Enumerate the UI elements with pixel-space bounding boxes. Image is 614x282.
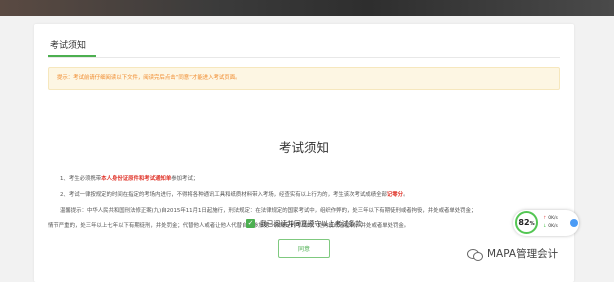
rule-text: 温馨提示：中华人民共和国刑法修正案(九)自2015年11月1日起施行，刑法规定：… [60,208,477,214]
up-arrow-icon: ↑ [543,216,547,221]
card-tab-title: 考试须知 [50,41,87,51]
rule-highlight: 记零分 [386,192,404,198]
gauge-percent-sign: % [529,221,535,227]
wechat-icon [467,247,483,261]
download-speed: ↓ 0K/s [543,224,558,229]
agree-checkbox-row[interactable]: ✓ 我已阅读并同意遵守以上考试条款 [246,218,362,228]
speed-ball-icon[interactable] [570,219,578,227]
page-title: 考试须知 [278,140,329,155]
agree-label: 我已阅读并同意遵守以上考试条款 [260,220,362,228]
upload-speed-value: 0K/s [548,216,558,221]
top-banner-strip [0,0,614,16]
agree-checkbox[interactable]: ✓ [246,218,255,228]
banner-image [0,0,614,16]
upload-speed: ↑ 0K/s [543,216,558,221]
network-monitor-widget[interactable]: 82% ↑ 0K/s ↓ 0K/s [513,210,579,236]
rule-text: 。 [403,192,409,198]
watermark: MAPA管理会计 [467,246,558,261]
down-arrow-icon: ↓ [543,224,547,229]
gauge-percent: 82 [518,218,530,227]
rule-item-1: 1、考生必须携带本人身份证原件和考试通知单参加考试； [60,174,560,182]
agree-button[interactable]: 同意 [278,239,330,258]
rule-text: 1、考生必须携带 [60,176,102,182]
rule-text: 2、考试一律按规定的时间在指定的考场内进行，不得将各种通讯工具和纸质材料带入考场… [60,192,387,198]
memory-usage-gauge: 82% [515,211,538,234]
exam-notice-card: 考试须知 提示：考试前请仔细阅读以下文件，阅读完后点击“同意”才能进入考试页面。… [34,24,574,282]
rule-highlight: 本人身份证原件和考试通知单 [101,176,172,182]
watermark-text: MAPA管理会计 [487,248,559,260]
notice-alert: 提示：考试前请仔细阅读以下文件，阅读完后点击“同意”才能进入考试页面。 [48,67,560,90]
card-divider [48,57,560,58]
rule-item-3: 温馨提示：中华人民共和国刑法修正案(九)自2015年11月1日起施行，刑法规定：… [60,206,560,214]
rule-text: 参加考试； [171,176,199,182]
rule-item-2: 2、考试一律按规定的时间在指定的考场内进行，不得将各种通讯工具和纸质材料带入考场… [60,190,560,198]
download-speed-value: 0K/s [548,224,558,229]
